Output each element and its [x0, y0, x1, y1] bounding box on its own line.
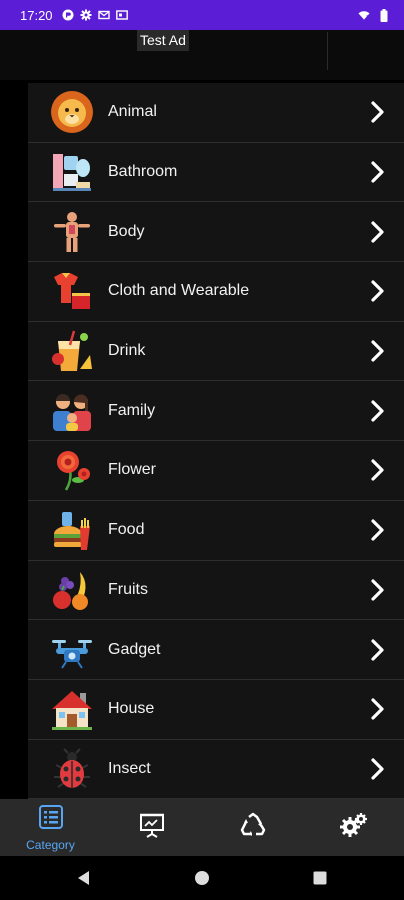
- nav-category-label: Category: [26, 837, 75, 852]
- test-ad-label: Test Ad: [137, 30, 189, 51]
- gears-icon: [339, 812, 368, 843]
- food-icon: [49, 507, 95, 553]
- ad-banner[interactable]: [0, 30, 404, 80]
- chevron-right-icon: [371, 400, 384, 422]
- recycle-icon: [239, 812, 267, 843]
- ladybug-icon: [49, 746, 95, 792]
- category-item-flower[interactable]: Flower: [28, 441, 404, 501]
- category-item-family[interactable]: Family: [28, 381, 404, 442]
- chevron-right-icon: [371, 459, 384, 482]
- category-label: Insect: [108, 759, 151, 777]
- drink-icon: [49, 328, 95, 374]
- category-label: Gadget: [108, 640, 161, 658]
- category-item-bathroom[interactable]: Bathroom: [28, 143, 404, 203]
- family-icon: [49, 388, 95, 434]
- nav-category[interactable]: Category: [0, 799, 101, 856]
- nav-presentation[interactable]: [101, 799, 202, 856]
- category-label: Cloth and Wearable: [108, 282, 250, 300]
- category-label: Food: [108, 521, 145, 539]
- chevron-right-icon: [371, 758, 384, 780]
- home-icon: [195, 871, 209, 885]
- category-item-fruits[interactable]: Fruits: [28, 561, 404, 621]
- back-icon: [78, 871, 89, 885]
- clothes-icon: [49, 268, 95, 314]
- status-bar: 17:20: [0, 0, 404, 30]
- chevron-right-icon: [371, 519, 384, 541]
- lion-icon: [49, 89, 95, 135]
- drone-icon: [49, 627, 95, 673]
- chevron-right-icon: [371, 280, 384, 303]
- back-button[interactable]: [25, 870, 143, 886]
- chevron-right-icon: [371, 221, 384, 243]
- presentation-icon: [139, 812, 165, 843]
- category-item-animal[interactable]: Animal: [28, 83, 404, 143]
- settings-icon: [80, 9, 92, 21]
- category-label: Flower: [108, 461, 157, 479]
- nav-recycle[interactable]: [202, 799, 303, 856]
- app-icon: [62, 9, 74, 21]
- category-item-drink[interactable]: Drink: [28, 322, 404, 382]
- chevron-right-icon: [371, 579, 384, 601]
- category-label: Fruits: [108, 580, 148, 598]
- category-label: Body: [108, 222, 145, 240]
- flower-icon: [49, 447, 95, 493]
- status-right-icons: [358, 8, 390, 22]
- bathroom-icon: [49, 149, 95, 195]
- category-item-house[interactable]: House: [28, 680, 404, 740]
- home-button[interactable]: [143, 870, 261, 886]
- nav-settings[interactable]: [303, 799, 404, 856]
- battery-icon: [378, 8, 390, 22]
- body-icon: [49, 209, 95, 255]
- status-left-icons: [62, 9, 128, 21]
- system-navigation: [0, 856, 404, 900]
- category-label: Animal: [108, 103, 157, 121]
- recents-icon: [313, 871, 327, 885]
- status-time: 17:20: [20, 7, 53, 23]
- chevron-right-icon: [371, 161, 384, 183]
- recents-button[interactable]: [261, 870, 379, 886]
- house-icon: [49, 686, 95, 732]
- chevron-right-icon: [371, 698, 384, 720]
- list-icon: [38, 804, 64, 835]
- category-label: Bathroom: [108, 163, 178, 181]
- ad-divider: [327, 32, 328, 70]
- category-label: Drink: [108, 342, 146, 360]
- category-label: Family: [108, 401, 156, 419]
- chevron-right-icon: [371, 638, 384, 661]
- mail-icon: [97, 9, 110, 21]
- category-item-food[interactable]: Food: [28, 501, 404, 561]
- category-item-gadget[interactable]: Gadget: [28, 620, 404, 680]
- category-list[interactable]: Animal Bathroom Body Cloth and Wearable …: [28, 83, 404, 799]
- chevron-right-icon: [371, 340, 384, 362]
- category-item-body[interactable]: Body: [28, 202, 404, 263]
- fruits-icon: [49, 567, 95, 613]
- chevron-right-icon: [371, 101, 384, 123]
- category-label: House: [108, 700, 155, 718]
- category-item-insect[interactable]: Insect: [28, 740, 404, 799]
- bottom-navigation: Category: [0, 799, 404, 856]
- category-item-cloth[interactable]: Cloth and Wearable: [28, 262, 404, 322]
- card-icon: [115, 9, 128, 21]
- wifi-icon: [358, 9, 370, 21]
